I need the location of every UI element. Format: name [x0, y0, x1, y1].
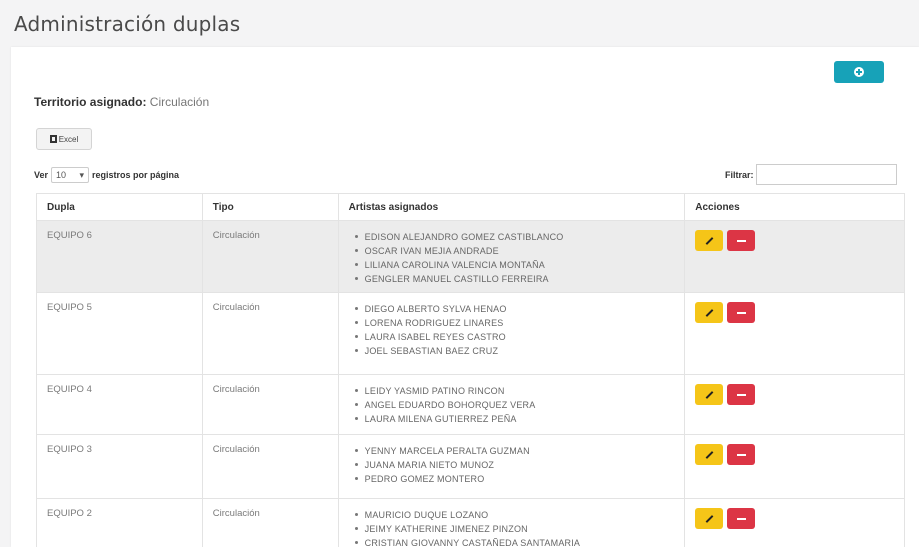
pencil-icon	[705, 308, 714, 317]
delete-button[interactable]	[727, 444, 756, 465]
artist-item: GENGLER MANUEL CASTILLO FERREIRA	[354, 272, 685, 286]
artists-cell: LEIDY YASMID PATINO RINCON ANGEL EDUARDO…	[337, 374, 686, 435]
tipo-cell: Circulación	[201, 220, 339, 293]
pencil-icon	[705, 390, 714, 399]
actions-cell	[684, 498, 905, 547]
artist-item: LILIANA CAROLINA VALENCIA MONTAÑA	[354, 258, 685, 272]
artist-item: LAURA MILENA GUTIERREZ PEÑA	[354, 412, 685, 426]
chevron-down-icon: ▾	[79, 169, 85, 180]
dupla-cell: EQUIPO 4	[36, 374, 203, 435]
artist-item: PEDRO GOMEZ MONTERO	[354, 472, 685, 486]
artist-item: ANGEL EDUARDO BOHORQUEZ VERA	[354, 398, 685, 412]
tipo-cell: Circulación	[201, 498, 339, 547]
artist-item: LAURA ISABEL REYES CASTRO	[354, 330, 685, 344]
page-length-prefix: Ver	[34, 170, 49, 180]
table-header-row: Dupla Tipo Artistas asignados Acciones	[36, 193, 905, 221]
actions-cell	[684, 220, 905, 293]
plus-circle-icon	[854, 67, 864, 77]
actions-cell	[684, 434, 905, 499]
column-header-dupla[interactable]: Dupla	[36, 193, 203, 221]
minus-icon	[736, 453, 746, 456]
artist-item: DIEGO ALBERTO SYLVA HENAO	[354, 302, 685, 316]
artist-item: EDISON ALEJANDRO GOMEZ CASTIBLANCO	[354, 230, 685, 244]
dupla-cell: EQUIPO 3	[36, 434, 203, 499]
artists-list: DIEGO ALBERTO SYLVA HENAO LORENA RODRIGU…	[349, 302, 685, 358]
artist-item: LEIDY YASMID PATINO RINCON	[354, 384, 685, 398]
filter-control: Filtrar:	[725, 164, 897, 185]
column-header-acciones[interactable]: Acciones	[684, 193, 905, 221]
table-row: EQUIPO 2 Circulación MAURICIO DUQUE LOZA…	[36, 498, 905, 547]
excel-label: Excel	[58, 134, 79, 144]
tipo-cell: Circulación	[201, 374, 339, 435]
delete-button[interactable]	[727, 230, 756, 251]
minus-icon	[736, 393, 746, 396]
artists-cell: MAURICIO DUQUE LOZANO JEIMY KATHERINE JI…	[337, 498, 686, 547]
filter-label: Filtrar:	[725, 169, 754, 180]
minus-icon	[736, 517, 746, 520]
artists-list: YENNY MARCELA PERALTA GUZMAN JUANA MARIA…	[349, 444, 685, 486]
artists-cell: YENNY MARCELA PERALTA GUZMAN JUANA MARIA…	[337, 434, 686, 499]
artist-item: JEIMY KATHERINE JIMENEZ PINZON	[354, 522, 685, 536]
page-length-suffix: registros por página	[92, 170, 180, 180]
edit-button[interactable]	[695, 508, 724, 529]
edit-button[interactable]	[695, 444, 724, 465]
delete-button[interactable]	[727, 302, 756, 323]
artist-item: OSCAR IVAN MEJIA ANDRADE	[354, 244, 685, 258]
territory-info: Territorio asignado: Circulación	[34, 95, 209, 109]
column-header-tipo[interactable]: Tipo	[201, 193, 339, 221]
excel-icon	[49, 135, 57, 143]
dupla-cell: EQUIPO 2	[36, 498, 203, 547]
tipo-cell: Circulación	[201, 434, 339, 499]
actions-cell	[684, 374, 905, 435]
page-length-select[interactable]: 10 ▾	[51, 167, 90, 183]
filter-input[interactable]	[755, 164, 897, 185]
artist-item: CRISTIAN GIOVANNY CASTAÑEDA SANTAMARIA	[354, 536, 685, 547]
edit-button[interactable]	[695, 302, 724, 323]
tipo-cell: Circulación	[201, 292, 339, 375]
minus-icon	[736, 311, 746, 314]
delete-button[interactable]	[727, 384, 756, 405]
artist-item: YENNY MARCELA PERALTA GUZMAN	[354, 444, 685, 458]
artists-list: EDISON ALEJANDRO GOMEZ CASTIBLANCO OSCAR…	[349, 230, 685, 286]
pencil-icon	[705, 450, 714, 459]
actions-cell	[684, 292, 905, 375]
pencil-icon	[705, 236, 714, 245]
column-header-artistas[interactable]: Artistas asignados	[337, 193, 686, 221]
dupla-cell: EQUIPO 5	[36, 292, 203, 375]
table-row: EQUIPO 4 Circulación LEIDY YASMID PATINO…	[36, 374, 905, 435]
table-row: EQUIPO 5 Circulación DIEGO ALBERTO SYLVA…	[36, 292, 905, 375]
page-length-control: Ver 10 ▾ registros por página	[34, 167, 179, 183]
delete-button[interactable]	[727, 508, 756, 529]
territory-label: Territorio asignado:	[34, 95, 147, 109]
dupla-cell: EQUIPO 6	[36, 220, 203, 293]
excel-export-button[interactable]: Excel	[36, 128, 92, 150]
territory-value: Circulación	[149, 95, 210, 109]
artist-item: LORENA RODRIGUEZ LINARES	[354, 316, 685, 330]
artists-cell: EDISON ALEJANDRO GOMEZ CASTIBLANCO OSCAR…	[337, 220, 686, 293]
table-row: EQUIPO 6 Circulación EDISON ALEJANDRO GO…	[36, 220, 905, 293]
artists-cell: DIEGO ALBERTO SYLVA HENAO LORENA RODRIGU…	[337, 292, 686, 375]
edit-button[interactable]	[695, 384, 724, 405]
artists-list: MAURICIO DUQUE LOZANO JEIMY KATHERINE JI…	[349, 508, 685, 547]
page-title: Administración duplas	[14, 12, 241, 36]
artist-item: JUANA MARIA NIETO MUNOZ	[354, 458, 685, 472]
edit-button[interactable]	[695, 230, 724, 251]
add-dupla-button[interactable]	[834, 61, 884, 83]
table-row: EQUIPO 3 Circulación YENNY MARCELA PERAL…	[36, 434, 905, 499]
minus-icon	[736, 239, 746, 242]
page-length-value: 10	[56, 170, 67, 180]
artist-item: MAURICIO DUQUE LOZANO	[354, 508, 685, 522]
artists-list: LEIDY YASMID PATINO RINCON ANGEL EDUARDO…	[349, 384, 685, 426]
duplas-table: Dupla Tipo Artistas asignados Acciones E…	[36, 193, 905, 547]
pencil-icon	[705, 514, 714, 523]
artist-item: JOEL SEBASTIAN BAEZ CRUZ	[354, 344, 685, 358]
